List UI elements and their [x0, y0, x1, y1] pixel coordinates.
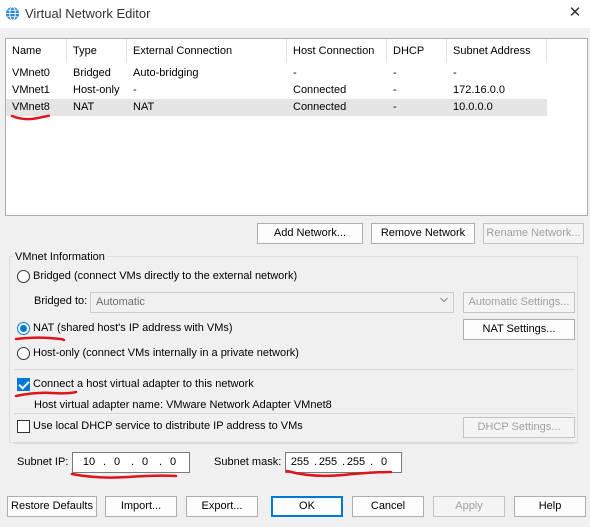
- table-row[interactable]: VMnet1 Host-only - Connected - 172.16.0.…: [6, 82, 547, 99]
- table-row[interactable]: VMnet0 Bridged Auto-bridging - - -: [6, 65, 547, 82]
- subnet-ip-input[interactable]: 10 . 0 . 0 . 0: [72, 452, 190, 473]
- ip-octet: 0: [141, 456, 149, 468]
- subnet-mask-input[interactable]: 255 . 255 . 255 . 0: [285, 452, 402, 473]
- divider: [14, 413, 575, 414]
- bridged-label[interactable]: Bridged (connect VMs directly to the ext…: [33, 270, 297, 282]
- cell-external: -: [133, 84, 137, 96]
- cell-type: Host-only: [73, 84, 120, 96]
- ip-octet: 0: [169, 456, 177, 468]
- dhcp-settings-button[interactable]: DHCP Settings...: [463, 417, 575, 438]
- cell-external: NAT: [133, 101, 155, 113]
- dhcp-checkbox[interactable]: [17, 420, 30, 433]
- cell-name: VMnet0: [12, 67, 50, 79]
- column-header-host-connection[interactable]: Host Connection: [287, 39, 387, 63]
- add-network-button[interactable]: Add Network...: [257, 223, 363, 244]
- mask-octet: 255: [290, 456, 310, 468]
- cell-name: VMnet1: [12, 84, 50, 96]
- ip-octet: 10: [82, 456, 96, 468]
- column-header-external-connection[interactable]: External Connection: [127, 39, 287, 63]
- nat-settings-button[interactable]: NAT Settings...: [463, 319, 575, 340]
- table-row-selected[interactable]: VMnet8 NAT NAT Connected - 10.0.0.0: [6, 99, 547, 116]
- column-header-subnet-address[interactable]: Subnet Address: [447, 39, 547, 63]
- dhcp-label[interactable]: Use local DHCP service to distribute IP …: [33, 420, 303, 432]
- bridged-to-label: Bridged to:: [34, 295, 88, 307]
- close-button[interactable]: ✕: [562, 3, 588, 25]
- cell-type: Bridged: [73, 67, 111, 79]
- mask-octet: 0: [380, 456, 388, 468]
- apply-button[interactable]: Apply: [433, 496, 505, 517]
- column-header-dhcp[interactable]: DHCP: [387, 39, 447, 63]
- rename-network-button[interactable]: Rename Network...: [483, 223, 584, 244]
- divider: [14, 369, 575, 370]
- remove-network-button[interactable]: Remove Network: [371, 223, 475, 244]
- bridged-radio[interactable]: [17, 270, 30, 283]
- ip-octet: 0: [113, 456, 121, 468]
- divider: [14, 443, 575, 444]
- nat-label[interactable]: NAT (shared host's IP address with VMs): [33, 322, 233, 334]
- cell-subnet: 10.0.0.0: [453, 101, 493, 113]
- window-title: Virtual Network Editor: [25, 6, 151, 21]
- network-table[interactable]: Name Type External Connection Host Conne…: [5, 38, 588, 216]
- mask-octet: 255: [346, 456, 366, 468]
- cell-host: Connected: [293, 84, 347, 96]
- cell-host: -: [293, 67, 297, 79]
- cancel-button[interactable]: Cancel: [352, 496, 424, 517]
- bridged-to-select[interactable]: Automatic: [90, 292, 454, 313]
- column-header-name[interactable]: Name: [6, 39, 67, 63]
- title-bar: Virtual Network Editor ✕: [0, 0, 590, 28]
- adapter-name-label: Host virtual adapter name: VMware Networ…: [34, 399, 332, 411]
- host-only-label[interactable]: Host-only (connect VMs internally in a p…: [33, 347, 299, 359]
- connect-adapter-label[interactable]: Connect a host virtual adapter to this n…: [33, 378, 254, 390]
- cell-dhcp: -: [393, 101, 397, 113]
- cell-host: Connected: [293, 101, 347, 113]
- cell-subnet: -: [453, 67, 457, 79]
- cell-type: NAT: [73, 101, 95, 113]
- vmnet-info-title: VMnet Information: [13, 251, 107, 263]
- automatic-settings-button[interactable]: Automatic Settings...: [463, 292, 575, 313]
- help-button[interactable]: Help: [514, 496, 586, 517]
- cell-external: Auto-bridging: [133, 67, 199, 79]
- cell-dhcp: -: [393, 84, 397, 96]
- cell-name: VMnet8: [12, 101, 50, 113]
- export-button[interactable]: Export...: [186, 496, 258, 517]
- column-header-type[interactable]: Type: [67, 39, 127, 63]
- ok-button[interactable]: OK: [271, 496, 343, 517]
- chevron-down-icon: [440, 297, 448, 303]
- cell-subnet: 172.16.0.0: [453, 84, 505, 96]
- host-only-radio[interactable]: [17, 347, 30, 360]
- close-icon: ✕: [568, 4, 582, 21]
- restore-defaults-button[interactable]: Restore Defaults: [7, 496, 97, 517]
- nat-radio[interactable]: [17, 322, 30, 335]
- import-button[interactable]: Import...: [105, 496, 177, 517]
- subnet-ip-label: Subnet IP:: [17, 456, 69, 468]
- globe-icon: [5, 6, 20, 21]
- subnet-mask-label: Subnet mask:: [214, 456, 282, 468]
- connect-adapter-checkbox[interactable]: [17, 378, 30, 391]
- cell-dhcp: -: [393, 67, 397, 79]
- mask-octet: 255: [318, 456, 338, 468]
- bridged-to-value: Automatic: [96, 296, 145, 308]
